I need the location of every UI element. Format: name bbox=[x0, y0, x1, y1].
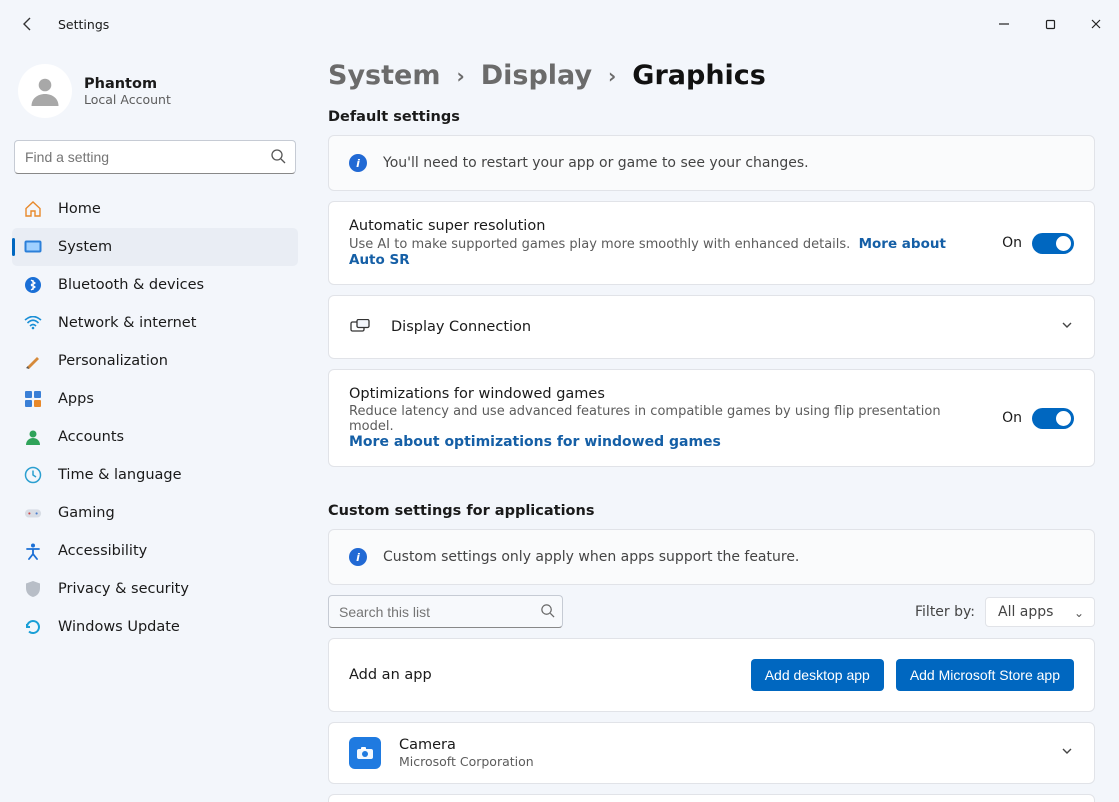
nav-label: Bluetooth & devices bbox=[58, 277, 204, 293]
bluetooth-icon bbox=[24, 276, 42, 294]
window-minimize-button[interactable] bbox=[981, 0, 1027, 48]
nav-label: Accounts bbox=[58, 429, 124, 445]
home-icon bbox=[24, 200, 42, 218]
chevron-down-icon: ⌄ bbox=[1074, 606, 1084, 620]
section-default-settings-title: Default settings bbox=[328, 109, 1095, 125]
nav-label: Home bbox=[58, 201, 101, 217]
avatar bbox=[18, 64, 72, 118]
setting-opt-windowed-desc: Reduce latency and use advanced features… bbox=[349, 404, 986, 434]
user-subtitle: Local Account bbox=[84, 92, 171, 107]
nav-label: Gaming bbox=[58, 505, 115, 521]
info-icon: i bbox=[349, 154, 367, 172]
setting-opt-windowed: Optimizations for windowed games Reduce … bbox=[328, 369, 1095, 467]
nav-label: Windows Update bbox=[58, 619, 180, 635]
app-title: Settings bbox=[58, 17, 109, 32]
nav-label: Network & internet bbox=[58, 315, 196, 331]
info-restart-banner: i You'll need to restart your app or gam… bbox=[328, 135, 1095, 191]
apps-icon bbox=[24, 390, 42, 408]
expander-display-connection-title: Display Connection bbox=[391, 319, 1040, 335]
expander-display-connection[interactable]: Display Connection bbox=[328, 295, 1095, 359]
info-custom-banner: i Custom settings only apply when apps s… bbox=[328, 529, 1095, 585]
setting-auto-sr-title: Automatic super resolution bbox=[349, 218, 986, 234]
window-close-button[interactable] bbox=[1073, 0, 1119, 48]
add-store-app-button[interactable]: Add Microsoft Store app bbox=[896, 659, 1074, 691]
user-name: Phantom bbox=[84, 76, 171, 92]
accessibility-icon bbox=[24, 542, 42, 560]
window-maximize-button[interactable] bbox=[1027, 0, 1073, 48]
app-row-microsoft-store[interactable]: Microsoft Store Microsoft Corporation bbox=[328, 794, 1095, 802]
search-icon bbox=[540, 603, 555, 622]
nav-item-time[interactable]: Time & language bbox=[12, 456, 298, 494]
app-list-search[interactable] bbox=[328, 595, 563, 628]
accounts-icon bbox=[24, 428, 42, 446]
toggle-opt-windowed[interactable] bbox=[1032, 408, 1074, 429]
nav-list: Home System Bluetooth & devices Network … bbox=[12, 190, 298, 646]
network-icon bbox=[24, 314, 42, 332]
chevron-right-icon: › bbox=[456, 64, 464, 88]
app-name: Camera bbox=[399, 737, 1042, 753]
crumb-display[interactable]: Display bbox=[481, 60, 592, 91]
nav-item-accessibility[interactable]: Accessibility bbox=[12, 532, 298, 570]
personalization-icon bbox=[24, 352, 42, 370]
nav-item-accounts[interactable]: Accounts bbox=[12, 418, 298, 456]
nav-label: Accessibility bbox=[58, 543, 147, 559]
filter-label: Filter by: bbox=[915, 604, 975, 620]
app-list-tools: Filter by: All apps ⌄ bbox=[328, 595, 1095, 628]
user-block[interactable]: Phantom Local Account bbox=[12, 56, 298, 136]
crumb-graphics: Graphics bbox=[632, 60, 766, 91]
app-list-search-input[interactable] bbox=[328, 595, 563, 628]
nav-item-system[interactable]: System bbox=[12, 228, 298, 266]
toggle-opt-windowed-state: On bbox=[1002, 410, 1022, 426]
nav-item-personalization[interactable]: Personalization bbox=[12, 342, 298, 380]
nav-item-privacy[interactable]: Privacy & security bbox=[12, 570, 298, 608]
nav-label: System bbox=[58, 239, 112, 255]
display-connection-icon bbox=[349, 319, 371, 335]
chevron-down-icon bbox=[1060, 318, 1074, 336]
filter-select-value: All apps bbox=[998, 604, 1053, 620]
setting-auto-sr-desc: Use AI to make supported games play more… bbox=[349, 237, 850, 252]
nav-label: Apps bbox=[58, 391, 94, 407]
app-icon-camera bbox=[349, 737, 381, 769]
chevron-right-icon: › bbox=[608, 64, 616, 88]
filter-select[interactable]: All apps ⌄ bbox=[985, 597, 1095, 627]
add-desktop-app-button[interactable]: Add desktop app bbox=[751, 659, 884, 691]
add-app-title: Add an app bbox=[349, 667, 739, 683]
nav-label: Personalization bbox=[58, 353, 168, 369]
info-custom-text: Custom settings only apply when apps sup… bbox=[383, 549, 799, 565]
toggle-auto-sr[interactable] bbox=[1032, 233, 1074, 254]
app-publisher: Microsoft Corporation bbox=[399, 754, 1042, 769]
nav-label: Time & language bbox=[58, 467, 182, 483]
update-icon bbox=[24, 618, 42, 636]
back-button[interactable] bbox=[18, 14, 38, 34]
setting-opt-windowed-title: Optimizations for windowed games bbox=[349, 386, 986, 402]
app-row-camera[interactable]: Camera Microsoft Corporation bbox=[328, 722, 1095, 784]
info-icon: i bbox=[349, 548, 367, 566]
sidebar-search[interactable] bbox=[14, 140, 296, 174]
sidebar-search-input[interactable] bbox=[14, 140, 296, 174]
crumb-system[interactable]: System bbox=[328, 60, 440, 91]
search-icon bbox=[270, 148, 286, 168]
info-restart-text: You'll need to restart your app or game … bbox=[383, 155, 809, 171]
title-bar: Settings bbox=[0, 0, 1119, 48]
nav-label: Privacy & security bbox=[58, 581, 189, 597]
time-icon bbox=[24, 466, 42, 484]
setting-auto-sr: Automatic super resolution Use AI to mak… bbox=[328, 201, 1095, 285]
add-app-row: Add an app Add desktop app Add Microsoft… bbox=[328, 638, 1095, 712]
section-custom-settings-title: Custom settings for applications bbox=[328, 503, 1095, 519]
nav-item-apps[interactable]: Apps bbox=[12, 380, 298, 418]
chevron-down-icon bbox=[1060, 744, 1074, 762]
nav-item-network[interactable]: Network & internet bbox=[12, 304, 298, 342]
privacy-icon bbox=[24, 580, 42, 598]
gaming-icon bbox=[24, 504, 42, 522]
link-opt-windowed-more[interactable]: More about optimizations for windowed ga… bbox=[349, 434, 721, 450]
breadcrumbs: System › Display › Graphics bbox=[328, 60, 1095, 91]
nav-item-bluetooth[interactable]: Bluetooth & devices bbox=[12, 266, 298, 304]
system-icon bbox=[24, 238, 42, 256]
nav-item-home[interactable]: Home bbox=[12, 190, 298, 228]
nav-item-gaming[interactable]: Gaming bbox=[12, 494, 298, 532]
nav-item-update[interactable]: Windows Update bbox=[12, 608, 298, 646]
main-content: System › Display › Graphics Default sett… bbox=[310, 48, 1119, 802]
sidebar: Phantom Local Account Home System Blueto… bbox=[0, 48, 310, 802]
toggle-auto-sr-state: On bbox=[1002, 235, 1022, 251]
